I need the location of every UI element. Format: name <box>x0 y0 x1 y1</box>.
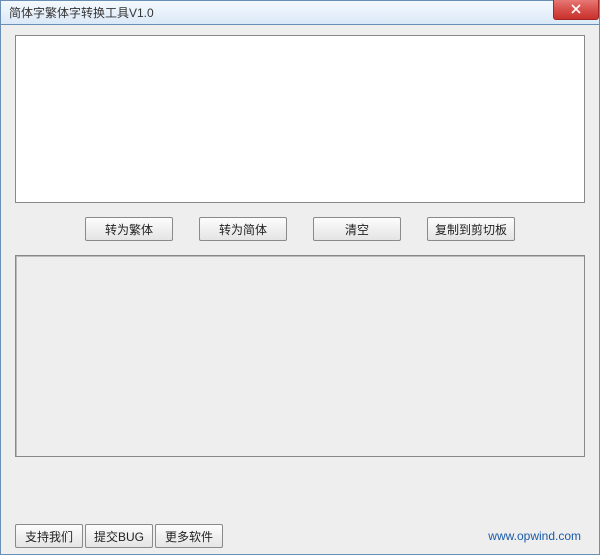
input-textarea[interactable] <box>15 35 585 203</box>
titlebar: 简体字繁体字转换工具V1.0 <box>0 0 600 25</box>
window-title: 简体字繁体字转换工具V1.0 <box>9 4 154 21</box>
spacer <box>15 457 585 506</box>
support-us-button[interactable]: 支持我们 <box>15 524 83 548</box>
bottom-row: 支持我们 提交BUG 更多软件 www.opwind.com <box>15 506 585 548</box>
close-icon <box>571 3 581 17</box>
copy-clipboard-button[interactable]: 复制到剪切板 <box>427 217 515 241</box>
output-textarea[interactable] <box>15 255 585 457</box>
to-simplified-button[interactable]: 转为简体 <box>199 217 287 241</box>
website-link[interactable]: www.opwind.com <box>488 529 585 543</box>
action-button-row: 转为繁体 转为简体 清空 复制到剪切板 <box>15 203 585 255</box>
client-area: 转为繁体 转为简体 清空 复制到剪切板 支持我们 提交BUG 更多软件 www.… <box>0 25 600 555</box>
close-button[interactable] <box>553 0 599 20</box>
submit-bug-button[interactable]: 提交BUG <box>85 524 153 548</box>
app-window: 简体字繁体字转换工具V1.0 转为繁体 转为简体 清空 复制到剪切板 支持我们 … <box>0 0 600 555</box>
bottom-button-group: 支持我们 提交BUG 更多软件 <box>15 524 223 548</box>
clear-button[interactable]: 清空 <box>313 217 401 241</box>
to-traditional-button[interactable]: 转为繁体 <box>85 217 173 241</box>
more-software-button[interactable]: 更多软件 <box>155 524 223 548</box>
